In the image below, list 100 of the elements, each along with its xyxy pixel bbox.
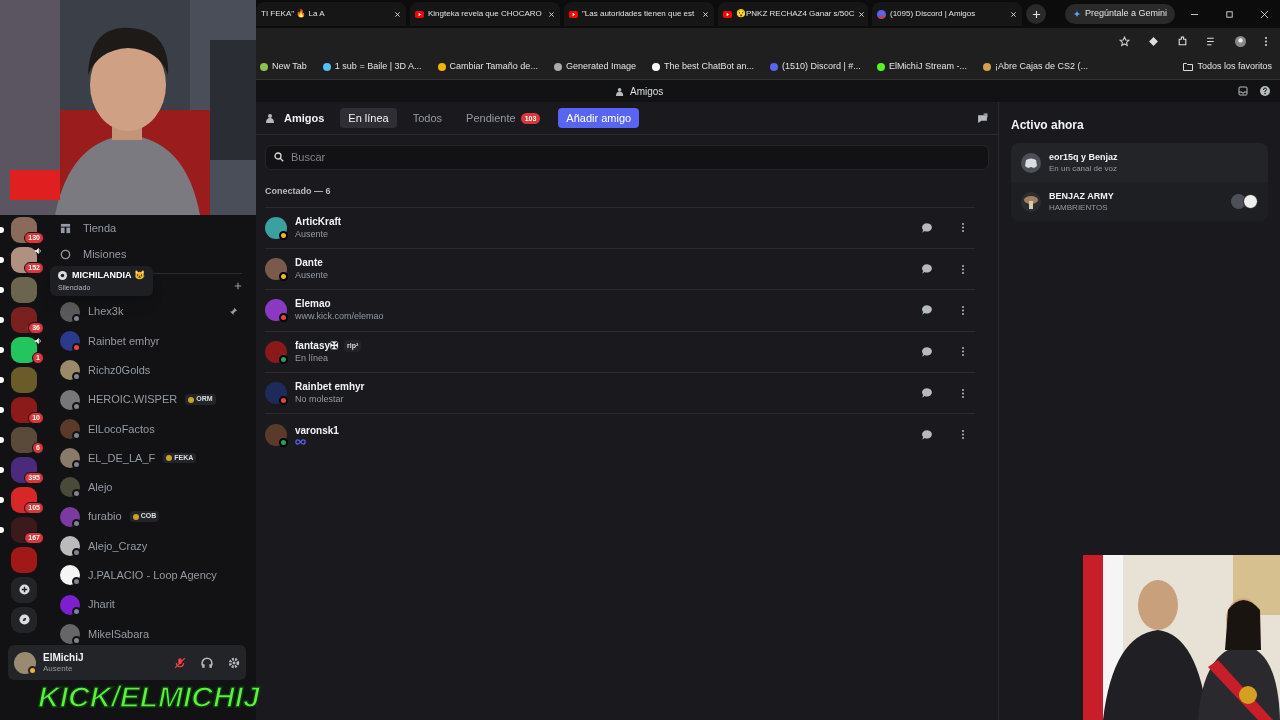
dm-item[interactable]: Richz0Golds [56,355,242,385]
message-icon[interactable] [921,387,933,400]
dm-item[interactable]: Alejo [56,472,242,503]
new-message-icon[interactable] [977,112,988,124]
friend-status: No molestar [295,393,345,406]
browser-tab[interactable]: (1095) Discord | Amigos [872,2,1022,26]
playlist-icon[interactable] [1206,36,1217,47]
close-icon[interactable] [858,10,866,18]
friend-row[interactable]: ArticKraft Ausente [265,206,975,248]
dm-name: Rainbet emhyr [88,333,160,349]
dm-item[interactable]: J.PALACIO - Loop Agency [56,560,242,590]
more-icon[interactable] [961,429,965,441]
bookmark-icon [260,63,268,71]
diamond-icon[interactable] [1148,36,1159,47]
dm-name: Richz0Golds [88,363,151,378]
more-icon[interactable] [961,222,965,234]
bookmark[interactable]: ElMichiJ Stream -... [876,60,967,74]
bookmark[interactable]: ¡Abre Cajas de CS2 (... [982,60,1088,74]
infinity-icon [295,438,306,445]
video-icon [569,9,578,19]
nav-item[interactable]: Tienda [56,215,242,241]
friend-name: Elemao [295,298,331,311]
star-icon[interactable] [1119,36,1130,47]
settings-icon[interactable] [228,656,240,669]
bookmark[interactable]: Generated Image [553,60,636,74]
friend-status: www.kick.com/elemao [295,310,384,323]
message-icon[interactable] [921,221,933,234]
headphones-icon[interactable] [201,656,213,669]
dm-item[interactable]: Lhex3k [56,297,242,327]
server-icon [1021,191,1041,212]
bookmark[interactable]: 1 sub = Baile | 3D A... [322,60,422,74]
page-title: Amigos [284,110,325,126]
new-tab-button[interactable] [1026,4,1046,24]
bookmark[interactable]: (1510) Discord | #... [770,60,861,74]
bookmark[interactable]: New Tab [260,60,307,74]
nav-item[interactable]: Misiones [56,241,242,267]
dm-name: ElLocoFactos [88,421,155,437]
profile-avatar[interactable] [1235,36,1246,47]
bookmark[interactable]: The best ChatBot an... [651,60,754,74]
server-icon[interactable] [11,336,37,363]
section-title: Activo ahora [1011,117,1085,134]
browser-tab[interactable]: 😯PNKZ RECHAZ4 Ganar s/50C [718,2,868,26]
dm-name: J.PALACIO - Loop Agency [88,568,217,584]
message-icon[interactable] [921,263,933,276]
discover-button[interactable] [11,606,37,633]
friend-status: Ausente [295,227,330,240]
dm-name: furabio [88,509,122,525]
friend-name: ArticKraft [295,215,342,228]
close-icon[interactable] [394,10,401,18]
tab[interactable]: En línea [340,108,397,128]
add-server-button[interactable] [11,576,37,603]
friend-name: fantasy✠ [295,339,338,352]
shop-icon [60,222,71,234]
pin-icon[interactable] [229,307,238,317]
gemini-button[interactable]: Pregúntale a Gemini [1064,4,1175,24]
browser-tab[interactable]: Kingteka revela que CHOCARO [410,2,560,26]
dm-item[interactable]: Rainbet emhyr [56,326,242,356]
friend-row[interactable]: Elemao www.kick.com/elemao [265,289,975,331]
dm-item[interactable]: Jharit [56,589,242,620]
message-icon[interactable] [921,304,933,317]
plus-icon[interactable] [234,281,242,290]
dm-item[interactable]: ElLocoFactos [56,414,242,444]
more-icon[interactable] [961,263,965,275]
bookmark-icon [770,63,778,71]
friends-icon [616,86,625,96]
all-bookmarks-button[interactable]: Todos los favoritos [1183,60,1272,74]
friend-row[interactable]: varonsk1 [265,413,975,455]
close-icon[interactable] [702,10,709,18]
browser-tab[interactable]: TI FEKA" 🔥 La A [256,2,406,26]
more-icon[interactable] [961,387,965,399]
dm-item[interactable]: Alejo_Crazy [56,531,242,561]
bookmark-icon [437,63,446,71]
more-icon[interactable] [961,346,965,358]
message-icon[interactable] [921,428,933,441]
help-icon[interactable] [1260,86,1270,96]
close-icon[interactable] [1260,9,1269,19]
activity-subtitle: HAMBRIENTOS [1049,201,1109,213]
close-icon[interactable] [548,10,555,18]
tab[interactable]: Todos [404,108,451,128]
dm-item[interactable]: MikelSabara [56,619,242,649]
browser-tab[interactable]: "Las autoridades tienen que est [564,2,714,26]
activity-title: BENJAZ ARMY [1049,190,1114,202]
message-icon[interactable] [921,345,933,358]
activity-subtitle: En un canal de voz [1049,162,1118,174]
dm-name: HEROIC.WISPER [88,392,178,408]
menu-icon[interactable] [1264,36,1268,47]
friend-row[interactable]: Rainbet emhyr No molestar [265,372,975,414]
inbox-icon[interactable] [1238,86,1248,96]
friend-row[interactable]: Dante Ausente [265,247,975,290]
search-field[interactable]: Buscar [265,144,989,170]
restore-icon[interactable] [1225,9,1234,19]
dm-name: Alejo_Crazy [88,538,148,554]
sparkle-icon [1072,10,1081,18]
add-friend-button[interactable]: Añadir amigo [558,108,640,128]
tab-title: Kingteka revela que CHOCARO [428,8,543,20]
close-icon[interactable] [1010,10,1017,18]
bookmark[interactable]: Cambiar Tamaño de... [437,60,538,74]
puzzle-icon[interactable] [1177,36,1188,47]
more-icon[interactable] [961,304,965,316]
microphone-icon[interactable] [174,656,186,669]
